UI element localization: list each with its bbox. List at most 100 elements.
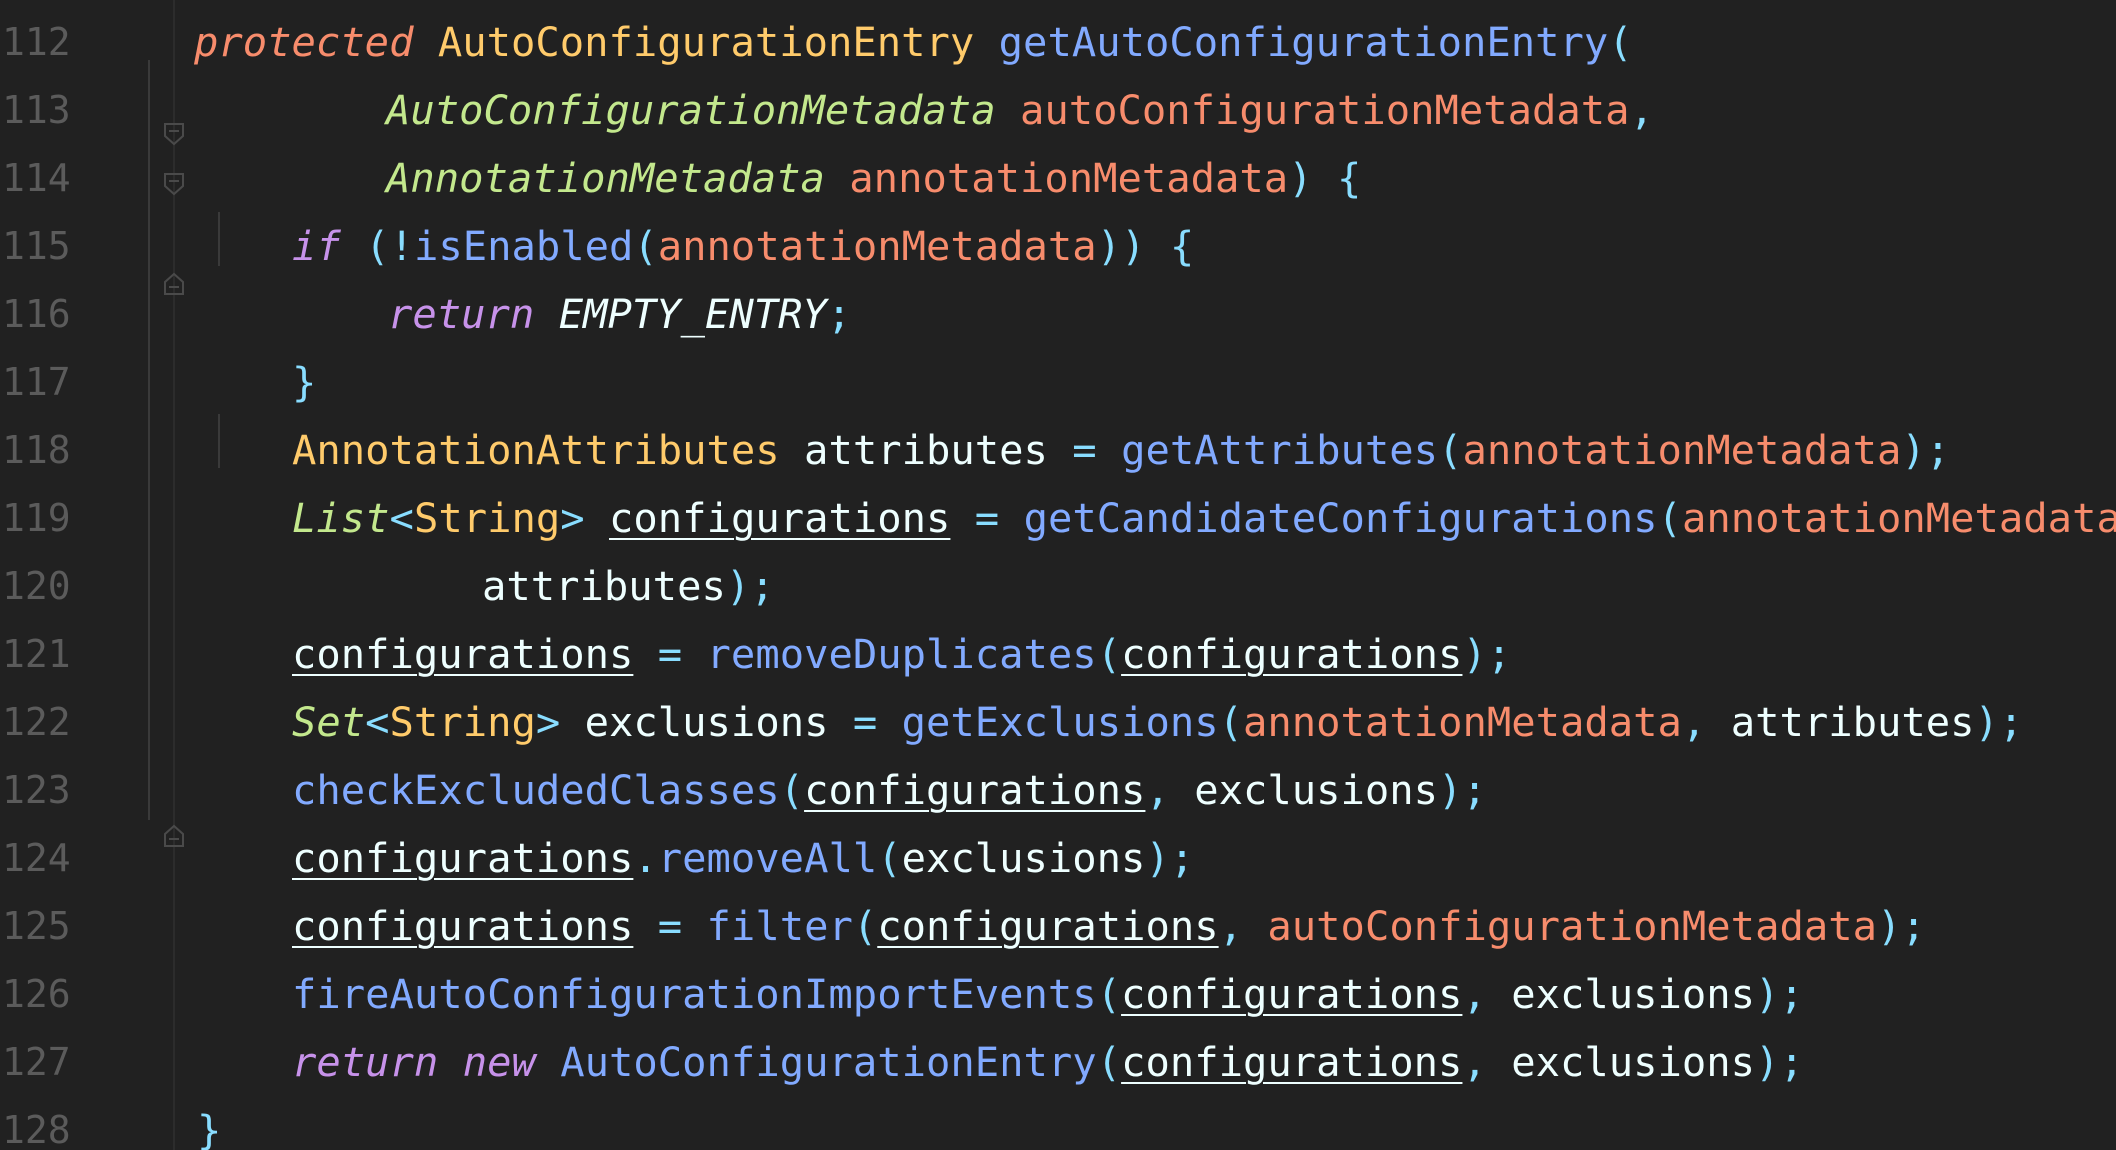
- line-number: 117: [2, 360, 71, 404]
- code-line[interactable]: 121 configurations = removeDuplicates(con…: [0, 626, 2116, 694]
- line-number: 127: [2, 1040, 71, 1084]
- code-line[interactable]: 124 configurations.removeAll(exclusions);: [0, 830, 2116, 898]
- code-token: configurations: [804, 766, 1146, 814]
- code-line[interactable]: 125 configurations = filter(configuration…: [0, 898, 2116, 966]
- code-token: removeAll: [657, 834, 878, 882]
- code-text[interactable]: configurations.removeAll(exclusions);: [292, 830, 1194, 886]
- code-text[interactable]: AnnotationAttributes attributes = getAtt…: [292, 422, 1950, 478]
- code-token: (: [1096, 1038, 1122, 1086]
- code-token: annotationMetadata: [1681, 494, 2116, 542]
- code-token: configurations: [877, 902, 1219, 950]
- code-lines[interactable]: 112 protected AutoConfigurationEntry getA…: [0, 14, 2116, 1150]
- code-token: );: [1876, 902, 1926, 950]
- code-text[interactable]: checkExcludedClasses(configurations, exc…: [292, 762, 1487, 818]
- code-text[interactable]: return new AutoConfigurationEntry(config…: [292, 1034, 1804, 1090]
- code-token: exclusions: [1486, 1038, 1756, 1086]
- line-number: 116: [2, 292, 71, 336]
- code-line[interactable]: 112 protected AutoConfigurationEntry getA…: [0, 14, 2116, 82]
- code-token: }: [197, 1106, 222, 1150]
- code-line[interactable]: 115 if (!isEnabled(annotationMetadata)) {: [0, 218, 2116, 286]
- code-token: <: [365, 698, 390, 746]
- code-token: exclusions: [560, 698, 853, 746]
- code-token: return: [292, 1038, 439, 1086]
- code-line[interactable]: 114 AnnotationMetadata annotationMetadata…: [0, 150, 2116, 218]
- code-text[interactable]: }: [197, 1102, 221, 1150]
- code-token: exclusions: [1486, 970, 1756, 1018]
- code-token: )) {: [1096, 222, 1195, 270]
- line-number: 124: [2, 836, 71, 880]
- code-token: (: [1608, 18, 1633, 66]
- code-token: (: [877, 834, 902, 882]
- code-text[interactable]: configurations = filter(configurations, …: [292, 898, 1926, 954]
- code-token: (: [633, 222, 658, 270]
- code-token: protected: [194, 18, 414, 66]
- code-line[interactable]: 113 AutoConfigurationMetadata autoConfigu…: [0, 82, 2116, 150]
- code-text[interactable]: AutoConfigurationMetadata autoConfigurat…: [386, 82, 1654, 138]
- code-line[interactable]: 128}: [0, 1102, 2116, 1150]
- code-token: );: [1438, 766, 1487, 814]
- code-token: (: [1218, 698, 1244, 746]
- line-number: 122: [2, 700, 71, 744]
- code-line[interactable]: 123 checkExcludedClasses(configurations, …: [0, 762, 2116, 830]
- code-line[interactable]: 120 attributes);: [0, 558, 2116, 626]
- code-text[interactable]: }: [292, 354, 316, 410]
- code-token: (!: [340, 222, 414, 270]
- code-token: ,: [1681, 698, 1707, 746]
- code-token: EMPTY_ENTRY: [558, 290, 827, 338]
- code-line[interactable]: 117}: [0, 354, 2116, 422]
- code-text[interactable]: protected AutoConfigurationEntry getAuto…: [194, 14, 1633, 70]
- code-token: ,: [1145, 766, 1170, 814]
- code-token: <: [389, 494, 414, 542]
- code-token: annotationMetadata: [657, 222, 1097, 270]
- code-text[interactable]: List<String> configurations = getCandida…: [292, 490, 2116, 546]
- code-token: =: [657, 630, 683, 678]
- code-token: removeDuplicates: [706, 630, 1097, 678]
- code-token: AnnotationAttributes: [292, 426, 780, 474]
- code-token: ,: [1218, 902, 1244, 950]
- code-line[interactable]: 122 Set<String> exclusions = getExclusion…: [0, 694, 2116, 762]
- line-number: 115: [2, 224, 71, 268]
- code-line[interactable]: 126 fireAutoConfigurationImportEvents(con…: [0, 966, 2116, 1034]
- code-text[interactable]: attributes);: [482, 558, 775, 614]
- code-token: fireAutoConfigurationImportEvents: [292, 970, 1097, 1018]
- code-token: ,: [1462, 1038, 1487, 1086]
- code-text[interactable]: AnnotationMetadata annotationMetadata) {: [386, 150, 1361, 206]
- line-number: 119: [2, 496, 71, 540]
- code-token: AutoConfigurationEntry: [437, 18, 975, 66]
- code-line[interactable]: 119 List<String> configurations = getCand…: [0, 490, 2116, 558]
- code-line[interactable]: 116 return EMPTY_ENTRY;: [0, 286, 2116, 354]
- code-editor[interactable]: 112 protected AutoConfigurationEntry getA…: [0, 0, 2116, 1150]
- code-line[interactable]: 127 return new AutoConfigurationEntry(con…: [0, 1034, 2116, 1102]
- code-token: AnnotationMetadata: [386, 154, 825, 202]
- code-line[interactable]: 118 AnnotationAttributes attributes = get…: [0, 422, 2116, 490]
- line-number: 128: [2, 1108, 71, 1150]
- code-text[interactable]: if (!isEnabled(annotationMetadata)) {: [292, 218, 1194, 274]
- code-token: configurations: [292, 630, 634, 678]
- code-token: );: [1755, 970, 1804, 1018]
- code-token: ;: [826, 290, 852, 338]
- code-text[interactable]: Set<String> exclusions = getExclusions(a…: [292, 694, 2023, 750]
- code-token: new: [462, 1038, 536, 1086]
- code-token: getExclusions: [901, 698, 1219, 746]
- code-token: List: [292, 494, 390, 542]
- line-number: 112: [2, 20, 71, 64]
- code-token: =: [1072, 426, 1097, 474]
- line-number: 113: [2, 88, 71, 132]
- code-token: configurations: [292, 834, 634, 882]
- code-token: Set: [292, 698, 366, 746]
- code-text[interactable]: configurations = removeDuplicates(config…: [292, 626, 1511, 682]
- code-token: String: [413, 494, 561, 542]
- code-text[interactable]: fireAutoConfigurationImportEvents(config…: [292, 966, 1804, 1022]
- code-text[interactable]: return EMPTY_ENTRY;: [388, 286, 851, 342]
- line-number: 121: [2, 632, 71, 676]
